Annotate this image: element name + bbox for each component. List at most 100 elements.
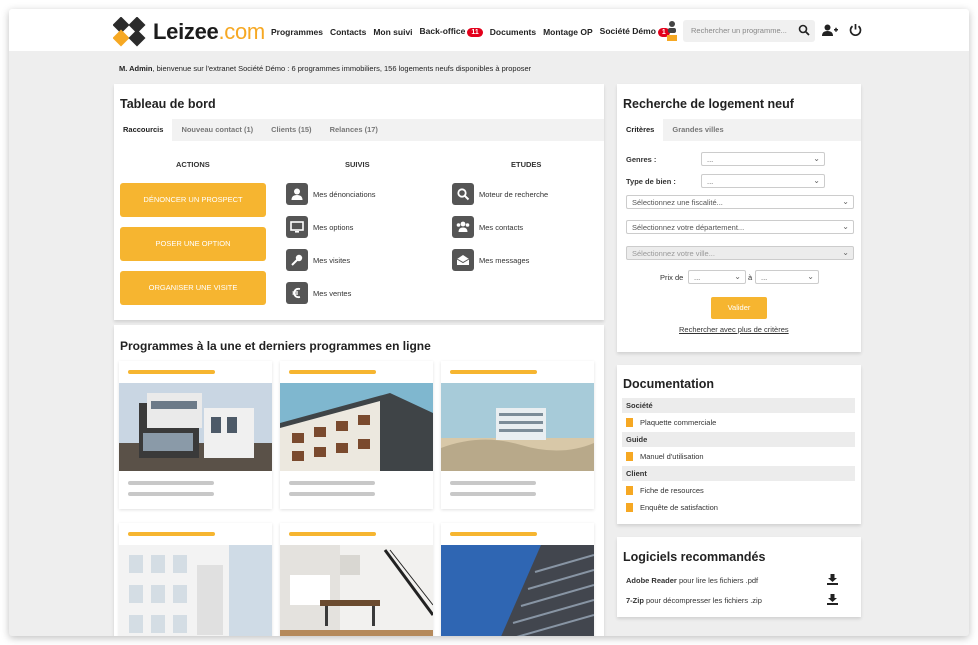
logiciel-desc: pour décompresser les fichiers .zip (643, 596, 762, 605)
programme-tile[interactable] (280, 361, 433, 509)
plus-criteres-link[interactable]: Rechercher avec plus de critères (679, 325, 789, 334)
user-icon[interactable] (666, 20, 678, 42)
tab-clients[interactable]: Clients (15) (262, 119, 320, 141)
etude-messages[interactable]: Mes messages (452, 249, 529, 271)
programme-placeholder-line (289, 481, 375, 485)
ville-value: Sélectionnez votre ville... (632, 249, 715, 258)
logiciels-title: Logiciels recommandés (623, 550, 766, 564)
welcome-text: , bienvenue sur l'extranet Société Démo … (152, 64, 532, 73)
nav-societe-demo[interactable]: Société Démo 1 (600, 26, 670, 37)
dashboard-tabs: Raccourcis Nouveau contact (1) Clients (… (114, 119, 604, 141)
nav-montage-op[interactable]: Montage OP (543, 27, 593, 37)
logo-mark-icon (112, 16, 146, 47)
chevron-down-icon: ⌄ (734, 272, 741, 281)
doc-item-label: Manuel d'utilisation (640, 452, 704, 461)
type-bien-select[interactable]: ... ⌄ (701, 174, 825, 188)
suivi-denonciations[interactable]: Mes dénonciations (286, 183, 376, 205)
chevron-down-icon: ⌄ (813, 154, 820, 163)
genres-value: ... (707, 155, 714, 164)
group-icon (452, 216, 474, 238)
fiscalite-select[interactable]: Sélectionnez une fiscalité... ⌄ (626, 195, 854, 209)
suivi-ventes[interactable]: Mes ventes (286, 282, 351, 304)
type-bien-label: Type de bien : (626, 177, 676, 186)
programme-tile[interactable] (119, 361, 272, 509)
tab-raccourcis[interactable]: Raccourcis (114, 119, 173, 141)
valider-button[interactable]: Valider (711, 297, 767, 319)
etude-contacts[interactable]: Mes contacts (452, 216, 523, 238)
brand-name: Leizee (153, 19, 219, 44)
programme-tile-bar (289, 370, 376, 374)
welcome-user: M. Admin (119, 64, 153, 73)
logiciel-adobe: Adobe Reader pour lire les fichiers .pdf (626, 576, 758, 585)
nav-programmes[interactable]: Programmes (271, 27, 323, 37)
programme-tile-bar (128, 370, 215, 374)
chevron-down-icon: ⌄ (842, 222, 849, 231)
documentation-title: Documentation (623, 377, 714, 391)
organiser-visite-button[interactable]: ORGANISER UNE VISITE (120, 271, 266, 305)
programme-photo (119, 545, 272, 636)
doc-item-fiche[interactable]: Fiche de resources (626, 486, 704, 495)
tab-relances[interactable]: Relances (17) (321, 119, 387, 141)
doc-item-enquete[interactable]: Enquête de satisfaction (626, 503, 718, 512)
programme-tile[interactable] (441, 361, 594, 509)
programme-placeholder-line (128, 481, 214, 485)
logo[interactable]: Leizee.com (112, 16, 265, 47)
doc-item-manuel[interactable]: Manuel d'utilisation (626, 452, 704, 461)
nav-societe-label: Société Démo (599, 26, 656, 36)
genres-label: Genres : (626, 155, 657, 164)
tab-grandes-villes[interactable]: Grandes villes (663, 119, 732, 141)
programme-tile-bar (289, 532, 376, 536)
tab-nouveau-contact[interactable]: Nouveau contact (1) (172, 119, 262, 141)
programme-tile[interactable] (441, 523, 594, 636)
genres-select[interactable]: ... ⌄ (701, 152, 825, 166)
dashboard-title: Tableau de bord (120, 97, 216, 111)
doc-item-label: Plaquette commerciale (640, 418, 717, 427)
nav-back-office-label: Back-office (419, 26, 466, 36)
recherche-title: Recherche de logement neuf (623, 97, 794, 111)
search-input[interactable]: Rechercher un programme... (691, 26, 787, 35)
suivi-visites[interactable]: Mes visites (286, 249, 350, 271)
search-icon[interactable] (798, 24, 810, 36)
search-box[interactable]: Rechercher un programme... (683, 20, 815, 42)
tab-criteres[interactable]: Critères (617, 119, 664, 141)
prix-min-select[interactable]: ... ⌄ (688, 270, 746, 284)
prix-max-select[interactable]: ... ⌄ (755, 270, 819, 284)
magnifier-icon (452, 183, 474, 205)
logiciel-7zip: 7-Zip pour décompresser les fichiers .zi… (626, 596, 762, 605)
envelope-open-icon (452, 249, 474, 271)
nav-back-office[interactable]: Back-office 11 (420, 26, 483, 37)
programme-tile[interactable] (119, 523, 272, 636)
doc-section-guide: Guide (622, 432, 855, 447)
nav-mon-suivi[interactable]: Mon suivi (373, 27, 412, 37)
departement-select[interactable]: Sélectionnez votre département... ⌄ (626, 220, 854, 234)
power-icon[interactable] (849, 23, 862, 36)
poser-option-button[interactable]: POSER UNE OPTION (120, 227, 266, 261)
etudes-heading: ETUDES (511, 160, 542, 169)
pdf-icon (626, 486, 633, 495)
denoncer-prospect-button[interactable]: DÉNONCER UN PROSPECT (120, 183, 266, 217)
download-icon[interactable] (827, 594, 838, 605)
programme-photo (441, 383, 594, 471)
fiscalite-value: Sélectionnez une fiscalité... (632, 198, 723, 207)
doc-item-label: Fiche de resources (640, 486, 704, 495)
nav-documents[interactable]: Documents (490, 27, 536, 37)
etude-moteur-recherche[interactable]: Moteur de recherche (452, 183, 548, 205)
actions-heading: ACTIONS (176, 160, 210, 169)
suivi-options[interactable]: Mes options (286, 216, 353, 238)
doc-section-societe: Société (622, 398, 855, 413)
pdf-icon (626, 418, 633, 427)
suivi-visites-label: Mes visites (313, 255, 351, 265)
programme-photo (280, 545, 433, 636)
doc-item-plaquette[interactable]: Plaquette commerciale (626, 418, 716, 427)
download-icon[interactable] (827, 574, 838, 585)
recherche-tabs: Critères Grandes villes (617, 119, 861, 141)
logiciel-desc: pour lire les fichiers .pdf (676, 576, 759, 585)
suivi-ventes-label: Mes ventes (313, 288, 352, 298)
programme-tile[interactable] (280, 523, 433, 636)
programme-placeholder-line (450, 481, 536, 485)
welcome-message: M. Admin, bienvenue sur l'extranet Socié… (119, 64, 531, 73)
nav-contacts[interactable]: Contacts (330, 27, 366, 37)
programme-placeholder-line (128, 492, 214, 496)
prix-a-label: à (748, 273, 753, 282)
add-user-icon[interactable] (822, 24, 838, 37)
